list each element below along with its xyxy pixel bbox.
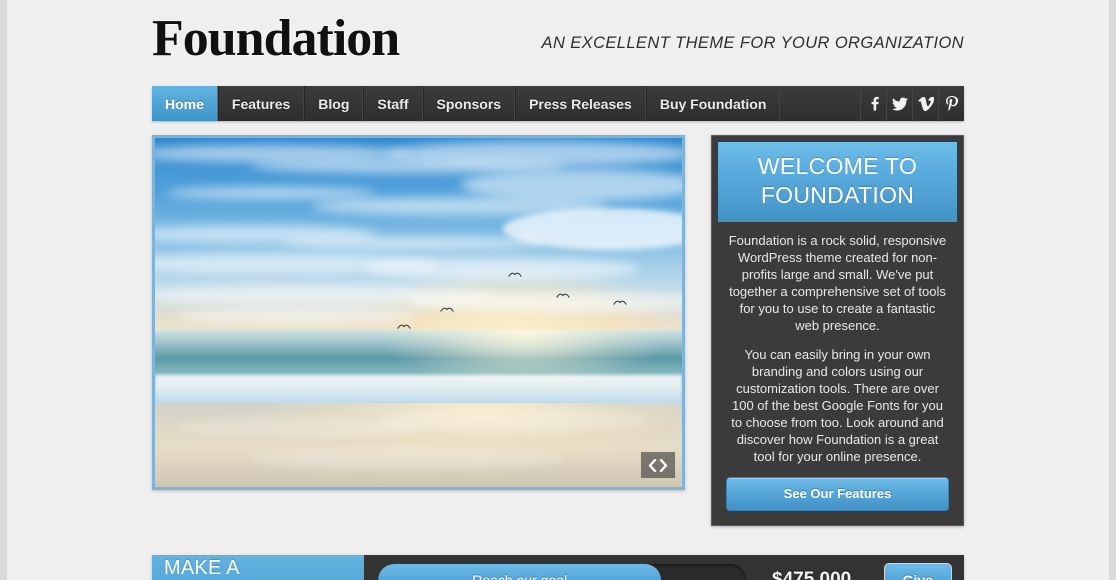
donation-progress-bar[interactable]: Reach our goal — [378, 564, 746, 580]
donation-progress-label: Reach our goal — [472, 572, 568, 580]
nav-item-buy-foundation[interactable]: Buy Foundation — [645, 86, 781, 121]
sand-reflection — [249, 446, 567, 471]
social-links — [860, 86, 964, 121]
sand-layer — [155, 403, 682, 487]
site-logo[interactable]: Foundation — [152, 9, 400, 68]
cloud — [365, 256, 640, 282]
nav-item-blog[interactable]: Blog — [304, 86, 364, 121]
pinterest-icon[interactable] — [938, 86, 964, 121]
site-tagline: AN EXCELLENT THEME FOR YOUR ORGANIZATION — [541, 34, 964, 52]
hero-slide-image — [155, 138, 682, 487]
donation-bar: MAKE A DIFFERENCE Reach our goal $475,00… — [152, 555, 964, 580]
content-row: WELCOME TO FOUNDATION Foundation is a ro… — [152, 135, 964, 526]
facebook-icon[interactable] — [860, 86, 886, 121]
site-header: Foundation AN EXCELLENT THEME FOR YOUR O… — [152, 0, 964, 86]
main-navigation: Home Features Blog Staff Sponsors Press … — [152, 86, 964, 121]
hero-slider[interactable] — [152, 135, 685, 490]
bird — [439, 306, 454, 313]
donation-progress-fill: Reach our goal — [378, 564, 662, 580]
slider-next-icon — [659, 458, 668, 472]
nav-item-press-releases[interactable]: Press Releases — [515, 86, 646, 121]
nav-item-sponsors[interactable]: Sponsors — [422, 86, 516, 121]
viewport-right-gutter — [1109, 0, 1116, 580]
vimeo-icon[interactable] — [912, 86, 938, 121]
twitter-icon[interactable] — [886, 86, 912, 121]
nav-item-home[interactable]: Home — [152, 86, 218, 121]
donation-controls: Reach our goal $475,000 Give — [364, 555, 964, 580]
give-button[interactable]: Give — [883, 562, 952, 580]
bird — [613, 299, 628, 306]
welcome-paragraph-2: You can easily bring in your own brandin… — [731, 347, 944, 464]
see-our-features-button[interactable]: See Our Features — [726, 477, 949, 511]
content-container: Foundation AN EXCELLENT THEME FOR YOUR O… — [152, 0, 964, 580]
slider-navigation-arrows[interactable] — [641, 452, 675, 478]
welcome-panel: WELCOME TO FOUNDATION Foundation is a ro… — [711, 135, 964, 526]
donation-amount: $475,000 — [772, 569, 852, 580]
bird — [555, 292, 570, 299]
cloud — [281, 235, 545, 250]
page-root: Foundation AN EXCELLENT THEME FOR YOUR O… — [7, 0, 1109, 580]
slider-prev-icon — [648, 458, 657, 472]
welcome-paragraph-1: Foundation is a rock solid, responsive W… — [728, 233, 947, 333]
sand-reflection — [376, 408, 651, 434]
cloud — [176, 309, 419, 323]
donation-title: MAKE A DIFFERENCE — [152, 555, 364, 580]
welcome-body: Foundation is a rock solid, responsive W… — [718, 222, 957, 519]
cloud — [165, 186, 377, 200]
bird — [397, 323, 412, 330]
nav-items: Home Features Blog Staff Sponsors Press … — [152, 86, 781, 121]
welcome-heading: WELCOME TO FOUNDATION — [718, 142, 957, 222]
bird — [508, 271, 522, 278]
nav-item-features[interactable]: Features — [217, 86, 305, 121]
nav-item-staff[interactable]: Staff — [363, 86, 423, 121]
cloud — [460, 169, 682, 201]
cloud — [386, 141, 682, 166]
viewport-left-gutter — [0, 0, 7, 580]
